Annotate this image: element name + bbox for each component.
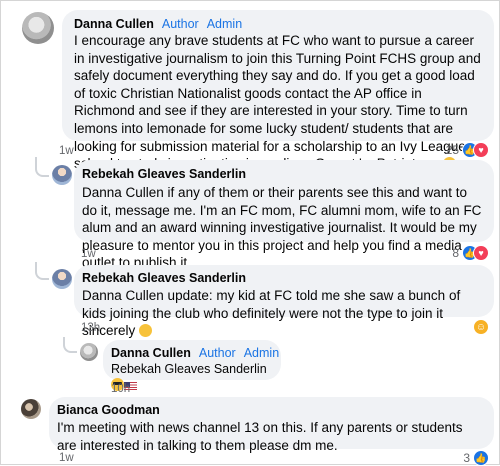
comment-author[interactable]: Bianca Goodman [57, 403, 160, 417]
comment-author[interactable]: Rebekah Gleaves Sanderlin [82, 167, 246, 181]
avatar[interactable] [52, 165, 72, 185]
author-badge: Author [161, 17, 199, 31]
reaction-count: 8 [452, 246, 459, 260]
rofl-emoji [139, 324, 153, 338]
comment-bubble: Rebekah Gleaves Sanderlin Danna Cullen u… [74, 265, 494, 338]
comment-time[interactable]: 1w [81, 248, 96, 260]
comment-bubble: Danna Cullen Author Admin I encourage any … [62, 10, 494, 171]
comment-text: I encourage any brave students at FC who… [74, 32, 484, 173]
comment-text: I'm meeting with news channel 13 on this… [57, 420, 463, 453]
reaction-summary[interactable]: 3 👍 [463, 450, 489, 466]
comment-text: Danna Cullen update: my kid at FC told m… [82, 288, 461, 339]
comment-author[interactable]: Danna Cullen [111, 346, 191, 360]
reaction-count: 25 [445, 143, 459, 157]
reaction-count: 3 [463, 451, 470, 465]
love-icon: ♥ [473, 245, 489, 261]
reaction-summary[interactable]: ☺ [473, 319, 489, 335]
haha-icon: ☺ [473, 319, 489, 335]
admin-badge: Admin [243, 346, 280, 360]
love-icon: ♥ [473, 142, 489, 158]
reply-thread-line [35, 262, 49, 280]
reply-thread-line [63, 337, 77, 353]
admin-badge: Admin [206, 17, 243, 31]
reply-thread-line [35, 157, 49, 177]
comment-bubble: Danna Cullen Author Admin Rebekah Gleaves … [103, 340, 281, 391]
comment-time[interactable]: 10h [111, 383, 130, 395]
comment-thread: Danna Cullen Author Admin I encourage any … [0, 0, 500, 466]
comment-author[interactable]: Danna Cullen [74, 17, 154, 31]
comment-time[interactable]: 1w [59, 452, 74, 464]
reaction-summary[interactable]: 8 👍 ♥ [452, 245, 489, 261]
avatar[interactable] [22, 12, 54, 44]
comment-bubble: Bianca Goodman I'm meeting with news cha… [49, 397, 494, 453]
avatar[interactable] [52, 269, 72, 289]
like-icon: 👍 [473, 450, 489, 466]
author-badge: Author [198, 346, 236, 360]
comment-time[interactable]: 13h [81, 322, 100, 334]
comment-time[interactable]: 1w [59, 145, 74, 157]
comment-author[interactable]: Rebekah Gleaves Sanderlin [82, 271, 246, 285]
comment-text: Rebekah Gleaves Sanderlin [111, 361, 271, 393]
reaction-summary[interactable]: 25 👍 ♥ [446, 142, 489, 158]
avatar[interactable] [80, 343, 98, 361]
comment-bubble: Rebekah Gleaves Sanderlin Danna Cullen i… [74, 160, 494, 270]
comment-text: Danna Cullen if any of them or their par… [82, 185, 482, 271]
avatar[interactable] [21, 399, 41, 419]
